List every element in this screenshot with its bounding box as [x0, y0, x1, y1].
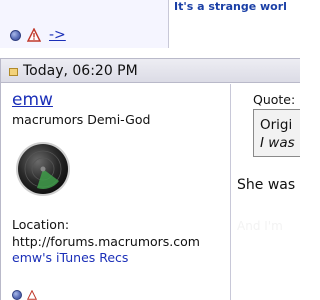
location-value: http://forums.macrumors.com — [12, 234, 200, 249]
post-header-bar: Today, 06:20 PM — [0, 58, 300, 83]
report-post-icon[interactable] — [27, 290, 37, 300]
username-link[interactable]: emw — [12, 90, 53, 110]
quote-post-link[interactable]: -> — [49, 28, 66, 42]
quote-originally-posted: Origi — [260, 117, 293, 133]
online-status-icon — [10, 29, 21, 41]
post-border-left — [0, 58, 1, 300]
previous-post-message-cell: It's a strange worl — [168, 0, 300, 48]
post-gap — [0, 48, 300, 58]
quote-label: Quote: — [253, 92, 296, 107]
avatar[interactable] — [15, 141, 71, 197]
post-user-info: emw macrumors Demi-God Location: http://… — [1, 84, 230, 300]
online-status-icon — [12, 290, 22, 300]
message-faded-text: And I'm — [237, 219, 283, 233]
message-body: She was — [237, 177, 296, 193]
itunes-recs-link[interactable]: emw's iTunes Recs — [12, 250, 128, 265]
post-message: Quote: Origi I was She was And I'm — [231, 84, 300, 300]
quote-text: I was — [260, 135, 295, 151]
location-label: Location: — [12, 217, 70, 232]
user-title: macrumors Demi-God — [12, 112, 151, 127]
quote-box: Origi I was — [253, 109, 300, 157]
post-icon — [9, 67, 18, 76]
post-date: Today, 06:20 PM — [23, 62, 138, 79]
previous-post-icons: -> — [10, 27, 66, 43]
previous-post-signature: It's a strange worl — [174, 0, 287, 13]
post-action-icons — [12, 290, 42, 300]
previous-post-user-cell: -> — [0, 0, 168, 48]
report-post-icon[interactable] — [27, 28, 41, 42]
